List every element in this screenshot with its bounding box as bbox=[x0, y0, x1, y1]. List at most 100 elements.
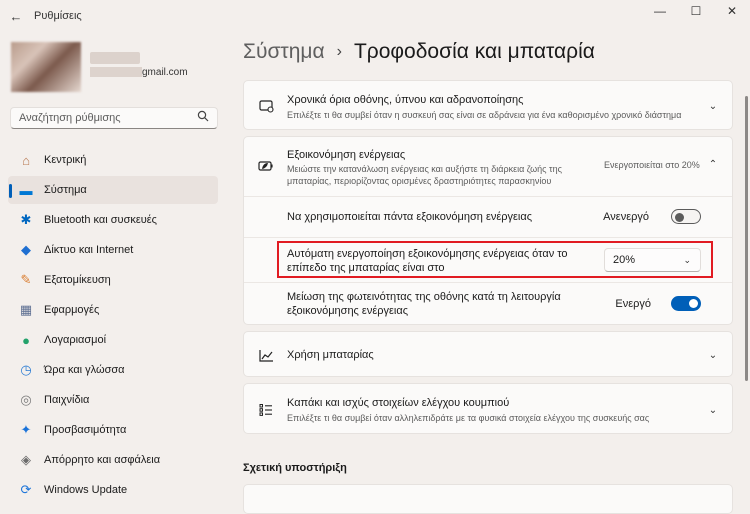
toggle-knob bbox=[689, 299, 698, 308]
shield-icon: ◈ bbox=[21, 452, 31, 467]
back-arrow-icon: ← bbox=[9, 8, 23, 24]
battery-usage-card[interactable]: Χρήση μπαταρίας ⌄ bbox=[243, 331, 733, 377]
energy-saver-status: Ενεργοποιείται στο 20% bbox=[604, 160, 700, 170]
screen-sleep-desc: Επιλέξτε τι θα συμβεί όταν η συσκευή σας… bbox=[287, 110, 682, 120]
lid-power-desc: Επιλέξτε τι θα συμβεί όταν αλληλεπιδράτε… bbox=[287, 413, 650, 423]
app-title: Ρυθμίσεις bbox=[34, 10, 82, 22]
close-button[interactable]: ✕ bbox=[714, 0, 750, 22]
search-input[interactable] bbox=[19, 112, 197, 124]
chevron-up-icon[interactable]: ⌃ bbox=[706, 157, 720, 171]
sidebar-item-label: Απόρρητο και ασφάλεια bbox=[44, 454, 161, 466]
breadcrumb-parent[interactable]: Σύστημα bbox=[243, 40, 325, 64]
chevron-down-icon: ⌄ bbox=[708, 100, 718, 112]
breadcrumb: Σύστημα › Τροφοδοσία και μπαταρία bbox=[243, 40, 595, 64]
sidebar-item-system[interactable]: ▬ Σύστημα bbox=[8, 176, 218, 204]
sidebar-item-account[interactable]: ● Λογαριασμοί bbox=[8, 326, 218, 354]
lower-brightness-toggle[interactable] bbox=[671, 296, 701, 311]
toggle-knob bbox=[675, 212, 684, 222]
email-blurred bbox=[90, 67, 142, 78]
maximize-button[interactable]: ☐ bbox=[678, 0, 714, 22]
breadcrumb-separator: › bbox=[336, 43, 342, 60]
lid-power-card[interactable]: Καπάκι και ισχύς στοιχείων ελέγχου κουμπ… bbox=[243, 383, 733, 434]
always-use-toggle[interactable] bbox=[671, 209, 701, 224]
sidebar-nav: ⌂ Κεντρική ▬ Σύστημα ✱ Bluetooth και συσκευές… bbox=[8, 146, 218, 506]
energy-saver-card: Εξοικονόμηση ενέργειας Μειώστε την καταν… bbox=[243, 136, 733, 325]
sidebar-item-accessibility[interactable]: ✦ Προσβασιμότητα bbox=[8, 416, 218, 444]
page-title: Τροφοδοσία και μπαταρία bbox=[353, 40, 595, 63]
auto-on-label-2: επίπεδο της μπαταρίας είναι στο bbox=[287, 262, 445, 274]
search-icon[interactable] bbox=[197, 109, 209, 127]
accessibility-icon: ✦ bbox=[20, 422, 32, 437]
related-support-header: Σχετική υποστήριξη bbox=[243, 462, 347, 474]
system-icon: ▬ bbox=[19, 182, 33, 198]
chart-icon bbox=[257, 346, 275, 364]
sidebar-item-label: Bluetooth και συσκευές bbox=[44, 214, 157, 226]
network-icon: ◆ bbox=[21, 242, 31, 257]
user-name-blurred bbox=[90, 52, 140, 64]
sidebar-item-label: Σύστημα bbox=[44, 184, 87, 196]
window-controls: — ☐ ✕ bbox=[642, 0, 750, 22]
sidebar-item-label: Windows Update bbox=[44, 484, 128, 496]
screen-sleep-card[interactable]: Χρονικά όρια οθόνης, ύπνου και αδρανοποί… bbox=[243, 80, 733, 130]
divider bbox=[244, 196, 732, 197]
avatar[interactable] bbox=[11, 42, 81, 92]
back-button[interactable]: ← bbox=[6, 6, 26, 26]
auto-on-label-1: Αυτόματη ενεργοποίηση εξοικονόμησης ενέρ… bbox=[287, 248, 568, 260]
energy-saver-icon bbox=[257, 157, 275, 175]
minimize-button[interactable]: — bbox=[642, 0, 678, 22]
sidebar-item-bluetooth[interactable]: ✱ Bluetooth και συσκευές bbox=[8, 206, 218, 234]
sidebar-item-label: Λογαριασμοί bbox=[44, 334, 107, 346]
gaming-icon: ◎ bbox=[20, 392, 32, 407]
sidebar-item-shield[interactable]: ◈ Απόρρητο και ασφάλεια bbox=[8, 446, 218, 474]
sidebar-item-label: Εξατομίκευση bbox=[44, 274, 111, 286]
time-language-icon: ◷ bbox=[20, 362, 32, 377]
title-bar: ← Ρυθμίσεις — ☐ ✕ bbox=[0, 0, 750, 32]
screen-timeout-icon bbox=[257, 97, 275, 115]
sidebar-item-time-language[interactable]: ◷ Ώρα και γλώσσα bbox=[8, 356, 218, 384]
update-icon: ⟳ bbox=[20, 482, 32, 497]
account-icon: ● bbox=[22, 332, 30, 348]
energy-saver-desc-2: μπαταρίας, περιορίζοντας ορισμένες δραστ… bbox=[287, 176, 552, 186]
divider bbox=[244, 282, 732, 283]
divider bbox=[244, 237, 732, 238]
lid-power-title: Καπάκι και ισχύς στοιχείων ελέγχου κουμπ… bbox=[287, 397, 510, 409]
energy-saver-title: Εξοικονόμηση ενέργειας bbox=[287, 149, 406, 161]
battery-level-value: 20% bbox=[613, 254, 636, 266]
home-icon: ⌂ bbox=[22, 152, 30, 168]
energy-saver-desc-1: Μειώστε την κατανάλωση ενέργειας και αυξ… bbox=[287, 164, 562, 174]
email-suffix: gmail.com bbox=[142, 67, 188, 78]
sidebar-item-gaming[interactable]: ◎ Παιχνίδια bbox=[8, 386, 218, 414]
related-support-card[interactable] bbox=[243, 484, 733, 514]
minimize-icon: — bbox=[654, 4, 666, 18]
apps-icon: ▦ bbox=[19, 302, 33, 317]
search-box bbox=[10, 107, 218, 129]
lower-brightness-label-2: εξοικονόμησης ενέργειας bbox=[287, 305, 408, 317]
sidebar-item-label: Προσβασιμότητα bbox=[44, 424, 127, 436]
chevron-down-icon: ⌄ bbox=[683, 254, 691, 265]
sidebar-item-label: Εφαρμογές bbox=[44, 304, 100, 316]
lower-brightness-state: Ενεργό bbox=[615, 298, 651, 310]
maximize-icon: ☐ bbox=[690, 4, 702, 18]
always-use-label: Να χρησιμοποιείται πάντα εξοικονόμηση εν… bbox=[287, 211, 533, 223]
user-email: gmail.com bbox=[90, 67, 188, 78]
always-use-state: Ανενεργό bbox=[603, 211, 649, 223]
sidebar-item-label: Ώρα και γλώσσα bbox=[44, 364, 125, 376]
battery-usage-title: Χρήση μπαταρίας bbox=[287, 349, 374, 361]
battery-level-dropdown[interactable]: 20% ⌄ bbox=[604, 248, 701, 272]
chevron-down-icon: ⌄ bbox=[708, 404, 718, 416]
close-icon: ✕ bbox=[726, 4, 738, 18]
scrollbar[interactable] bbox=[745, 96, 748, 381]
brush-icon: ✎ bbox=[20, 272, 32, 287]
lower-brightness-label-1: Μείωση της φωτεινότητας της οθόνης κατά … bbox=[287, 291, 561, 303]
sidebar-item-home[interactable]: ⌂ Κεντρική bbox=[8, 146, 218, 174]
list-settings-icon bbox=[257, 401, 275, 419]
sidebar-item-apps[interactable]: ▦ Εφαρμογές bbox=[8, 296, 218, 324]
sidebar-item-brush[interactable]: ✎ Εξατομίκευση bbox=[8, 266, 218, 294]
sidebar-item-label: Κεντρική bbox=[44, 154, 87, 166]
sidebar-item-network[interactable]: ◆ Δίκτυο και Internet bbox=[8, 236, 218, 264]
chevron-down-icon: ⌄ bbox=[708, 349, 718, 361]
sidebar-item-label: Δίκτυο και Internet bbox=[44, 244, 134, 256]
screen-sleep-title: Χρονικά όρια οθόνης, ύπνου και αδρανοποί… bbox=[287, 94, 524, 106]
sidebar-item-label: Παιχνίδια bbox=[44, 394, 90, 406]
bluetooth-icon: ✱ bbox=[20, 212, 32, 227]
